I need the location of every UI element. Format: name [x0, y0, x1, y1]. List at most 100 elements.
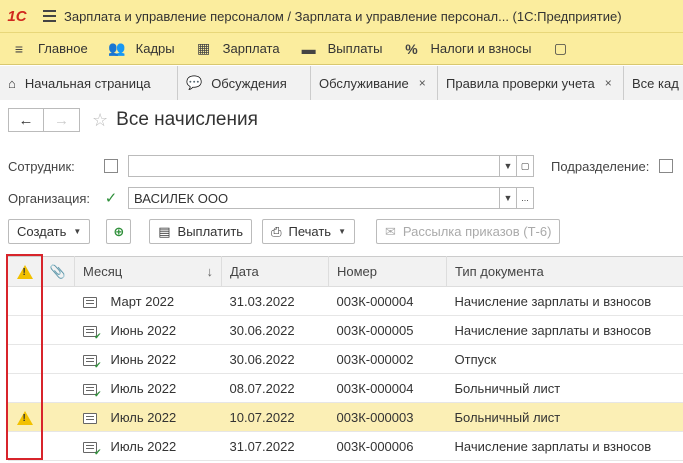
- section-main[interactable]: ≡ Главное: [0, 33, 98, 65]
- posted-document-icon: [82, 441, 101, 458]
- row-warning-cell: [7, 315, 42, 345]
- command-bar: Создать ▼ ⊕ ▤ Выплатить ⎙ Печать ▼ ✉ Рас…: [8, 219, 561, 244]
- mailing-orders-button[interactable]: ✉ Рассылка приказов (Т-6): [375, 219, 561, 244]
- warning-icon: [16, 265, 33, 280]
- column-header-attachment[interactable]: 📎: [41, 256, 75, 287]
- row-month: Март 2022: [110, 293, 175, 309]
- tab-home[interactable]: ⌂ Начальная страница: [0, 66, 178, 100]
- department-filter-checkbox[interactable]: [659, 159, 674, 173]
- tab-all-personnel[interactable]: Все кад: [624, 66, 683, 100]
- row-attachment-cell: [41, 344, 75, 374]
- employee-input[interactable]: [128, 155, 500, 177]
- section-personnel-label: Кадры: [135, 41, 175, 56]
- paperclip-icon: 📎: [49, 263, 67, 279]
- employee-filter-checkbox[interactable]: [104, 159, 118, 173]
- row-month-cell: Март 2022: [74, 286, 222, 316]
- app-logo: 1С: [7, 7, 27, 25]
- row-date: 08.07.2022: [221, 373, 329, 403]
- column-header-date[interactable]: Дата: [221, 256, 329, 287]
- row-doc-type: Начисление зарплаты и взносов: [446, 431, 683, 461]
- posted-document-icon: [82, 354, 101, 371]
- close-icon[interactable]: ×: [605, 76, 612, 90]
- table-row[interactable]: Июнь 2022 30.06.2022003К-000002Отпуск: [7, 344, 683, 374]
- back-button[interactable]: ←: [8, 108, 44, 132]
- row-month-cell: Июнь 2022: [74, 344, 222, 374]
- organization-select-button[interactable]: ...: [517, 187, 534, 209]
- pay-button[interactable]: ▤ Выплатить: [149, 219, 253, 244]
- create-button-label: Создать: [17, 224, 67, 239]
- row-warning-cell: [7, 373, 42, 403]
- column-header-warning[interactable]: [7, 256, 42, 287]
- tab-accounting-rules-label: Правила проверки учета: [446, 75, 595, 91]
- organization-input[interactable]: ВАСИЛЕК ООО: [128, 187, 500, 209]
- row-warning-cell: [7, 431, 42, 461]
- calculator-icon: ▦: [197, 40, 211, 56]
- organization-dropdown-button[interactable]: ▼: [500, 187, 517, 209]
- envelope-icon: ✉: [384, 223, 396, 239]
- employee-dropdown-button[interactable]: ▼: [500, 155, 517, 177]
- row-attachment-cell: [41, 286, 75, 316]
- row-doc-type: Начисление зарплаты и взносов: [446, 286, 683, 316]
- forward-button[interactable]: →: [44, 108, 80, 132]
- table-row[interactable]: Июль 2022 08.07.2022003К-000004Больничный…: [7, 373, 683, 403]
- row-doc-type: Больничный лист: [446, 373, 683, 403]
- section-payments[interactable]: ▬ Выплаты: [290, 33, 393, 65]
- section-more[interactable]: ▢: [542, 33, 590, 65]
- mailing-orders-label: Рассылка приказов (Т-6): [402, 224, 552, 239]
- create-copy-button[interactable]: ⊕: [106, 219, 132, 244]
- employee-filter: Сотрудник: ▼ ▢ Подразделение:: [8, 155, 674, 177]
- row-attachment-cell: [41, 373, 75, 403]
- tab-all-personnel-label: Все кад: [632, 75, 679, 91]
- row-date: 10.07.2022: [221, 402, 329, 432]
- department-label: Подразделение:: [551, 158, 650, 174]
- payment-icon: ▤: [158, 223, 171, 239]
- section-personnel[interactable]: 👥 Кадры: [98, 33, 185, 65]
- section-taxes-label: Налоги и взносы: [430, 41, 532, 56]
- tab-discussions-label: Обсуждения: [211, 75, 287, 91]
- row-warning-cell: [7, 344, 42, 374]
- main-menu-icon[interactable]: [34, 0, 64, 33]
- print-button[interactable]: ⎙ Печать ▼: [262, 219, 355, 244]
- organization-filter-checkbox[interactable]: ✓: [104, 190, 118, 207]
- document-icon: [82, 296, 97, 308]
- favorite-star-icon[interactable]: ☆: [92, 110, 108, 131]
- section-taxes[interactable]: % Налоги и взносы: [392, 33, 541, 65]
- posted-document-icon: [82, 325, 101, 342]
- people-icon: 👥: [107, 40, 126, 56]
- organization-filter: Организация: ✓ ВАСИЛЕК ООО ▼ ...: [8, 187, 534, 209]
- tab-discussions[interactable]: 💬 Обсуждения: [178, 66, 311, 100]
- row-number: 003К-000005: [328, 315, 447, 345]
- row-month-cell: Июль 2022: [74, 373, 222, 403]
- row-doc-type: Начисление зарплаты и взносов: [446, 315, 683, 345]
- row-warning-cell: [7, 286, 42, 316]
- tab-home-label: Начальная страница: [24, 75, 151, 91]
- row-attachment-cell: [41, 315, 75, 345]
- column-header-month-label: Месяц: [83, 264, 123, 279]
- tab-maintenance[interactable]: Обслуживание ×: [311, 66, 438, 100]
- accruals-table: 📎 Месяц ↓ Дата Номер Тип документа Март …: [7, 256, 683, 461]
- row-month-cell: Июль 2022: [74, 402, 222, 432]
- page-header: ← → ☆ Все начисления: [8, 108, 258, 132]
- table-row[interactable]: Март 2022 31.03.2022 003К-000004 Начисление…: [7, 286, 683, 316]
- table-row[interactable]: Июль 2022 10.07.2022003К-000003Больничный…: [7, 402, 683, 432]
- table-row[interactable]: Июль 2022 31.07.2022003К-000006Начисление…: [7, 431, 683, 461]
- row-number: 003К-000004: [328, 286, 447, 316]
- arrow-left-icon: ←: [18, 111, 34, 129]
- close-icon[interactable]: ×: [419, 76, 426, 90]
- section-salary[interactable]: ▦ Зарплата: [185, 33, 290, 65]
- row-number: 003К-000004: [328, 373, 447, 403]
- table-row[interactable]: Июнь 2022 30.06.2022003К-000005Начисление…: [7, 315, 683, 345]
- title-bar: 1С Зарплата и управление персоналом / За…: [0, 0, 683, 33]
- column-header-month[interactable]: Месяц ↓: [74, 256, 222, 287]
- column-header-doc-type[interactable]: Тип документа: [446, 256, 683, 287]
- organization-label: Организация:: [8, 190, 91, 206]
- create-button[interactable]: Создать ▼: [8, 219, 91, 244]
- employee-open-button[interactable]: ▢: [517, 155, 534, 177]
- more-section-icon: ▢: [553, 40, 568, 56]
- tab-accounting-rules[interactable]: Правила проверки учета ×: [438, 66, 624, 100]
- row-month: Июль 2022: [110, 409, 177, 425]
- row-warning-cell: [7, 402, 42, 432]
- document-icon: [82, 412, 97, 424]
- column-header-number[interactable]: Номер: [328, 256, 447, 287]
- wallet-icon: ▬: [301, 40, 316, 57]
